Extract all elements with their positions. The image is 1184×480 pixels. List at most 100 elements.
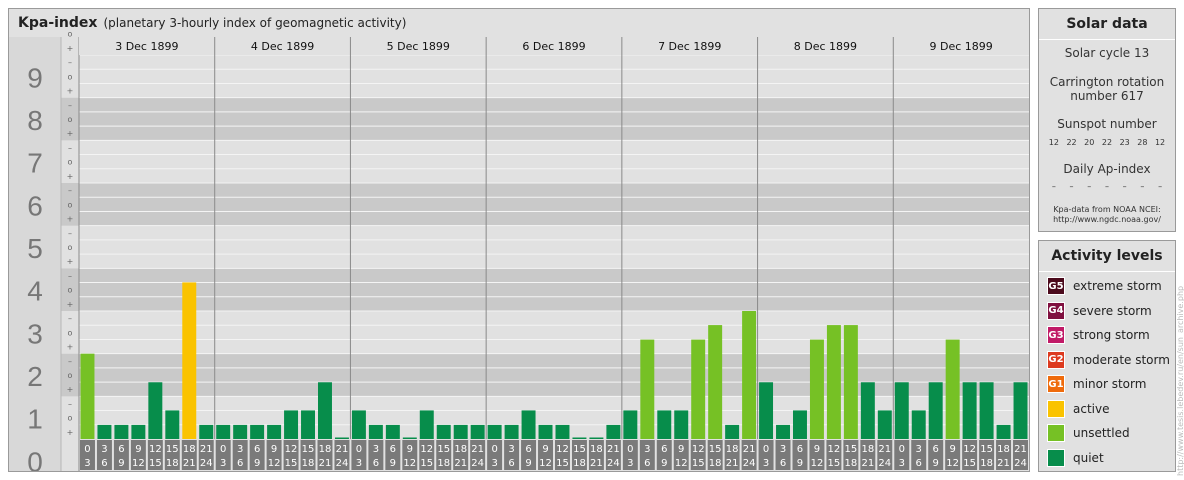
ap-index-value: – xyxy=(1051,182,1056,191)
solar-cycle: Solar cycle 13 xyxy=(1064,46,1150,60)
y-minor-label: o xyxy=(68,158,73,167)
kp-bar xyxy=(725,424,740,439)
kp-bar xyxy=(318,382,332,439)
kp-bar xyxy=(80,353,95,439)
legend-swatch: G5 xyxy=(1047,277,1065,295)
kp-bar xyxy=(606,424,621,439)
x-interval-end: 3 xyxy=(899,458,905,469)
x-interval-end: 24 xyxy=(336,458,349,469)
sunspot-value: 28 xyxy=(1137,138,1148,147)
kp-bar xyxy=(623,410,638,439)
x-interval-end: 15 xyxy=(285,458,298,469)
legend-item: active xyxy=(1047,399,1109,419)
x-interval-end: 6 xyxy=(780,458,786,469)
y-minor-label: – xyxy=(68,399,72,408)
x-interval-end: 18 xyxy=(709,458,722,469)
legend-item: quiet xyxy=(1047,448,1104,468)
legend-item: G1 minor storm xyxy=(1047,374,1146,394)
y-tick-label: 2 xyxy=(27,361,43,392)
kp-bar xyxy=(436,424,451,439)
legend-label: extreme storm xyxy=(1073,279,1162,293)
x-interval-end: 3 xyxy=(84,458,90,469)
x-interval-start: 15 xyxy=(845,444,858,455)
sunspot-value: 22 xyxy=(1066,138,1077,147)
x-interval-start: 21 xyxy=(607,444,620,455)
kp-bar xyxy=(538,424,553,439)
x-interval-end: 12 xyxy=(946,458,959,469)
x-interval-end: 24 xyxy=(471,458,484,469)
sunspot-value: 12 xyxy=(1048,138,1059,147)
x-interval-end: 3 xyxy=(763,458,769,469)
x-interval-start: 12 xyxy=(149,444,162,455)
x-interval-start: 18 xyxy=(997,444,1010,455)
carrington-rotation-label: Carrington rotation xyxy=(1049,75,1165,89)
day-label: 4 Dec 1899 xyxy=(251,40,314,53)
kp-bar xyxy=(555,424,570,439)
x-interval-end: 18 xyxy=(166,458,179,469)
kp-bar xyxy=(199,424,214,439)
x-interval-start: 18 xyxy=(454,444,467,455)
band-2 xyxy=(9,311,1029,354)
x-interval-end: 18 xyxy=(302,458,315,469)
x-interval-start: 0 xyxy=(491,444,497,455)
legend-item: unsettled xyxy=(1047,423,1130,443)
y-minor-label: o xyxy=(68,200,73,209)
y-tick-label: 0 xyxy=(27,446,43,471)
x-interval-start: 12 xyxy=(285,444,298,455)
band-5 xyxy=(9,183,1029,226)
x-interval-start: 21 xyxy=(336,444,349,455)
kp-bar xyxy=(793,410,807,439)
kp-bar xyxy=(301,410,315,439)
x-interval-end: 15 xyxy=(963,458,976,469)
chart-title-main: Kpa-index xyxy=(18,15,98,31)
legend-item: G3 strong storm xyxy=(1047,325,1150,345)
legend-swatch xyxy=(1047,424,1065,442)
y-tick-label: 4 xyxy=(27,276,43,307)
x-interval-end: 9 xyxy=(933,458,939,469)
x-interval-start: 0 xyxy=(899,444,905,455)
x-interval-start: 3 xyxy=(101,444,107,455)
y-minor-label: + xyxy=(67,129,74,138)
kp-bar xyxy=(928,382,943,439)
sunspot-value: 12 xyxy=(1154,138,1166,147)
y-minor-label: – xyxy=(68,314,72,323)
x-interval-start: 21 xyxy=(743,444,756,455)
ap-index-value: – xyxy=(1122,182,1127,191)
kp-bar xyxy=(453,424,468,439)
kp-bar xyxy=(640,339,655,439)
x-interval-start: 3 xyxy=(780,444,786,455)
x-interval-start: 0 xyxy=(627,444,633,455)
day-label: 3 Dec 1899 xyxy=(115,40,178,53)
band-8 xyxy=(9,55,1029,98)
kp-bar xyxy=(521,410,536,439)
legend-swatch xyxy=(1047,399,1065,418)
y-minor-label: – xyxy=(68,143,72,152)
x-interval-start: 3 xyxy=(508,444,514,455)
y-minor-label: + xyxy=(67,257,74,266)
x-interval-start: 0 xyxy=(356,444,362,455)
chart-title: Kpa-index (planetary 3-hourly index of ge… xyxy=(18,15,406,31)
kp-bar xyxy=(368,424,383,439)
y-minor-label: + xyxy=(67,44,74,53)
kp-bar xyxy=(334,437,349,439)
y-minor-label: o xyxy=(68,414,73,423)
sunspot-value: 23 xyxy=(1119,138,1130,147)
kp-bar xyxy=(589,437,604,439)
y-tick-label: 6 xyxy=(27,190,43,221)
y-tick-label: 1 xyxy=(27,404,43,435)
x-interval-start: 15 xyxy=(437,444,450,455)
sunspot-label: Sunspot number xyxy=(1057,117,1157,131)
day-label: 8 Dec 1899 xyxy=(794,40,857,53)
y-tick-label: 3 xyxy=(27,318,43,349)
x-interval-start: 12 xyxy=(556,444,569,455)
kp-bar xyxy=(504,424,519,439)
x-interval-end: 15 xyxy=(420,458,433,469)
x-interval-end: 24 xyxy=(878,458,891,469)
y-minor-label: – xyxy=(68,101,72,110)
legend-label: moderate storm xyxy=(1073,352,1170,367)
y-minor-label: o xyxy=(68,72,73,81)
x-interval-end: 21 xyxy=(319,458,332,469)
kp-bar xyxy=(674,410,689,439)
kp-bar xyxy=(233,424,248,439)
x-interval-start: 6 xyxy=(254,444,260,455)
